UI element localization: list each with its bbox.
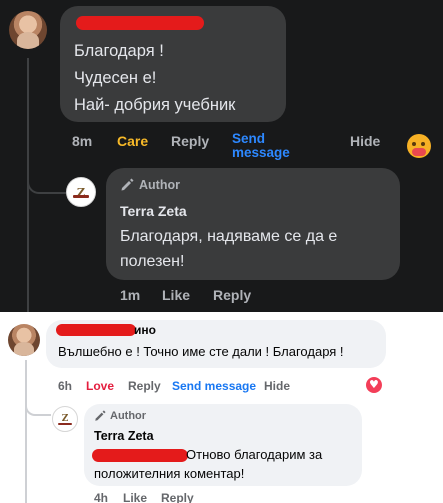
comment-line: Най- добрия учебник [74,96,236,114]
commenter-avatar[interactable] [8,324,40,356]
author-badge-label: Author [139,178,180,192]
reply-bubble: Author Terra Zeta Благодаря, надяваме се… [106,168,400,280]
send-message-button[interactable]: Send message [232,132,302,160]
comment-bubble: Благодаря ! Чудесен е! Най- добрия учебн… [60,6,286,122]
comment-actions: 8m Care Reply Send message Hide [72,130,432,164]
reply-button[interactable]: Reply [128,379,161,393]
send-message-button[interactable]: Send message [172,379,256,393]
pencil-icon [95,410,106,421]
love-reaction-icon[interactable] [366,377,382,393]
reply-timestamp[interactable]: 4h [94,491,108,503]
care-reaction-icon[interactable] [407,134,431,158]
reply-author-name[interactable]: Terra Zeta [120,203,187,219]
dark-comment-thread: Благодаря ! Чудесен е! Най- добрия учебн… [0,0,443,312]
comment-text: Вълшебно е ! Точно име сте дали ! Благод… [58,344,344,359]
reply-button[interactable]: Reply [171,133,209,149]
reaction-love-label[interactable]: Love [86,379,114,393]
reply-button[interactable]: Reply [213,287,251,303]
comment-timestamp[interactable]: 6h [58,379,72,393]
logo-ribbon-icon [73,195,89,198]
reply-text: Отново благодарим за положителния комент… [94,447,323,481]
thread-connector [27,164,67,194]
thread-line [25,360,27,503]
redacted-commenter-name [56,324,136,336]
commenter-name-tail: ино [134,323,156,337]
logo-ribbon-icon [58,423,72,425]
author-badge: Author [120,178,180,192]
like-button[interactable]: Like [123,491,147,503]
page-avatar[interactable]: Z [52,406,78,432]
redacted-commenter-name [76,16,204,30]
reply-timestamp[interactable]: 1m [120,287,140,303]
thread-connector [25,392,51,416]
commenter-avatar[interactable] [9,11,47,49]
reply-author-name[interactable]: Terra Zeta [94,429,154,443]
comment-bubble: ино Вълшебно е ! Точно име сте дали ! Бл… [46,320,386,368]
comment-text: Благодаря ! Чудесен е! Най- добрия учебн… [74,38,235,119]
author-badge: Author [94,410,146,422]
comment-line: Чудесен е! [74,69,157,87]
hide-button[interactable]: Hide [264,379,290,393]
reaction-care-label[interactable]: Care [117,133,148,149]
light-comment-thread: ино Вълшебно е ! Точно име сте дали ! Бл… [0,312,443,503]
hide-button[interactable]: Hide [350,133,380,149]
pencil-icon [121,178,134,191]
reply-button[interactable]: Reply [161,491,194,503]
like-button[interactable]: Like [162,287,190,303]
author-badge-label: Author [110,410,147,422]
page-avatar[interactable]: Z [66,177,96,207]
comment-timestamp[interactable]: 8m [72,133,92,149]
reply-bubble: Author Terra Zeta Отново благодарим за п… [84,404,362,486]
comment-line: Благодаря ! [74,42,164,60]
reply-text: Благодаря, надяваме се да е полезен! [120,228,338,270]
